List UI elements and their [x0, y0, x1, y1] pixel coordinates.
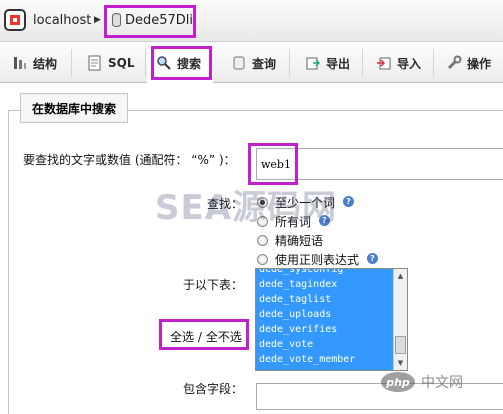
- tab-import[interactable]: 导入: [376, 43, 421, 83]
- option-regex-label: 使用正则表达式: [275, 253, 360, 267]
- tab-operations-label: 操作: [467, 56, 492, 71]
- php-logo-watermark: php 中文网: [381, 371, 503, 393]
- help-icon[interactable]: ?: [343, 196, 354, 207]
- watermark-text: SEA源码网: [155, 188, 338, 228]
- tab-structure[interactable]: 结构: [12, 43, 57, 83]
- fieldset-legend: 在数据库中搜索: [20, 93, 128, 123]
- import-icon: [377, 57, 391, 70]
- query-icon: [233, 56, 245, 70]
- tables-multiselect[interactable]: dede_sysconfig dede_tagindex dede_taglis…: [255, 268, 408, 371]
- tab-bar: 结构 SQL 搜索 查询 导出 导入 操作: [0, 43, 503, 83]
- tab-operations[interactable]: 操作: [446, 43, 491, 83]
- scroll-up-icon[interactable]: ▲: [395, 270, 406, 282]
- breadcrumb-server[interactable]: localhost: [33, 13, 91, 28]
- option-exact-phrase-label: 精确短语: [275, 234, 324, 248]
- table-option[interactable]: dede_vote_member: [256, 352, 407, 367]
- tab-import-label: 导入: [397, 56, 422, 71]
- tab-query-label: 查询: [252, 56, 277, 71]
- structure-icon: [14, 57, 26, 69]
- phpmyadmin-window: localhost ▶ Dede57Dli 结构 SQL 搜索 查询 导出 导入…: [0, 0, 503, 414]
- tables-list: dede_sysconfig dede_tagindex dede_taglis…: [256, 269, 407, 367]
- php-logo-badge: php: [381, 372, 415, 392]
- search-term-label: 要查找的文字或数值 (通配符： “%” )：: [23, 153, 236, 167]
- radio-exact-phrase[interactable]: [257, 235, 268, 246]
- wrench-icon: [447, 55, 462, 70]
- tab-sql-label: SQL: [108, 56, 135, 70]
- search-input-highlight-box: [248, 143, 298, 185]
- breadcrumb-separator-icon: ▶: [94, 15, 101, 25]
- tables-label: 于以下表：: [183, 278, 244, 292]
- tab-divider: [362, 49, 363, 77]
- tab-export-label: 导出: [326, 56, 351, 71]
- table-option[interactable]: dede_verifies: [256, 322, 407, 337]
- breadcrumb-bar: localhost ▶ Dede57Dli: [0, 0, 503, 42]
- tables-scrollbar[interactable]: ▲ ▼: [393, 269, 407, 370]
- search-tab-highlight-box: [151, 46, 212, 80]
- tab-divider: [289, 49, 290, 77]
- table-option[interactable]: dede_vote: [256, 337, 407, 352]
- table-option[interactable]: dede_uploads: [256, 307, 407, 322]
- tab-export[interactable]: 导出: [305, 43, 350, 83]
- radio-regex[interactable]: [257, 254, 268, 265]
- scroll-thumb[interactable]: [395, 336, 406, 354]
- tab-divider: [71, 49, 72, 77]
- sql-icon: [88, 55, 101, 71]
- table-option[interactable]: dede_taglist: [256, 292, 407, 307]
- breadcrumb-highlight-box: [104, 5, 196, 38]
- php-logo-text: 中文网: [421, 375, 463, 391]
- server-icon: [4, 9, 26, 31]
- table-option[interactable]: dede_sysconfig: [256, 269, 407, 277]
- help-icon[interactable]: ?: [367, 253, 378, 264]
- column-label: 包含字段：: [183, 382, 244, 396]
- tab-sql[interactable]: SQL: [87, 43, 135, 83]
- select-links-highlight-box: [159, 319, 249, 350]
- tab-query[interactable]: 查询: [231, 43, 276, 83]
- scroll-down-icon[interactable]: ▼: [395, 357, 406, 369]
- tab-structure-label: 结构: [33, 56, 58, 71]
- tab-divider: [145, 49, 146, 77]
- export-icon: [306, 57, 321, 70]
- table-option[interactable]: dede_tagindex: [256, 277, 407, 292]
- tab-divider: [433, 49, 434, 77]
